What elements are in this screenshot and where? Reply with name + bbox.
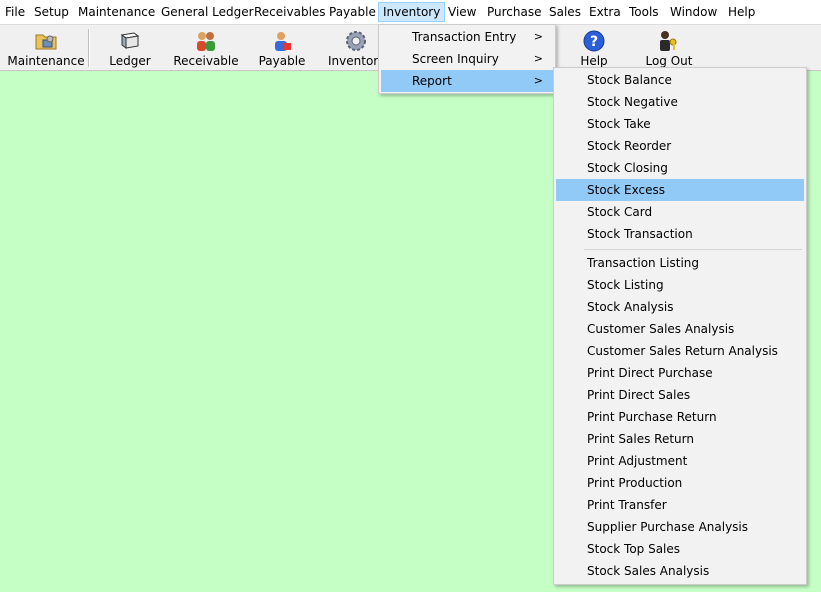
logout-person-key-icon [660,31,677,51]
toolbar-label-maintenance: Maintenance [7,54,85,68]
report-item-stock-negative[interactable]: Stock Negative [556,91,804,113]
menu-view[interactable]: View [444,3,480,21]
report-item-customer-sales-analysis[interactable]: Customer Sales Analysis [556,318,804,340]
menu-item-screen-inquiry[interactable]: Screen Inquiry > [381,48,553,70]
menu-general-ledger[interactable]: General Ledger [157,3,258,21]
svg-text:?: ? [590,34,598,50]
report-submenu: Stock Balance Stock Negative Stock Take … [553,67,807,585]
menu-tools[interactable]: Tools [625,3,663,21]
payable-button[interactable]: Payable [254,25,310,70]
report-item-print-transfer[interactable]: Print Transfer [556,494,804,516]
report-item-stock-sales-analysis[interactable]: Stock Sales Analysis [556,560,804,582]
menu-sales[interactable]: Sales [545,3,585,21]
toolbar-label-payable: Payable [258,54,306,68]
ledger-button[interactable]: Ledger [100,25,160,70]
report-item-stock-excess[interactable]: Stock Excess [556,179,804,201]
inventory-button[interactable]: Inventor [328,25,380,70]
folder-settings-icon [35,34,57,50]
receivable-button[interactable]: Receivable [172,25,240,70]
report-item-customer-sales-return-analysis[interactable]: Customer Sales Return Analysis [556,340,804,362]
report-item-stock-card[interactable]: Stock Card [556,201,804,223]
report-item-stock-reorder[interactable]: Stock Reorder [556,135,804,157]
toolbar-label-logout: Log Out [645,54,693,68]
gear-icon [346,31,366,51]
menu-bar: File Setup Maintenance General Ledger Re… [0,0,821,25]
toolbar-label-inventory: Inventor [328,54,379,68]
maintenance-button[interactable]: Maintenance [4,25,88,70]
menu-item-report[interactable]: Report > [381,70,553,92]
people-group-icon [197,32,215,51]
report-item-stock-take[interactable]: Stock Take [556,113,804,135]
report-item-print-direct-sales[interactable]: Print Direct Sales [556,384,804,406]
menu-separator [584,249,802,250]
toolbar-label-help: Help [580,54,608,68]
menu-receivables[interactable]: Receivables [250,3,330,21]
help-button[interactable]: ? Help [572,25,616,70]
toolbar-label-ledger: Ledger [109,54,151,68]
toolbar-separator [88,29,90,67]
menu-extra[interactable]: Extra [585,3,625,21]
chevron-right-icon: > [533,52,543,65]
menu-window[interactable]: Window [666,3,721,21]
report-item-transaction-listing[interactable]: Transaction Listing [556,252,804,274]
report-item-print-sales-return[interactable]: Print Sales Return [556,428,804,450]
ledger-book-icon [120,32,140,49]
menu-help[interactable]: Help [724,3,759,21]
report-item-supplier-purchase-analysis[interactable]: Supplier Purchase Analysis [556,516,804,538]
menu-maintenance[interactable]: Maintenance [74,3,159,21]
report-item-print-direct-purchase[interactable]: Print Direct Purchase [556,362,804,384]
report-item-stock-analysis[interactable]: Stock Analysis [556,296,804,318]
menu-inventory[interactable]: Inventory [378,2,446,22]
report-item-print-production[interactable]: Print Production [556,472,804,494]
menu-purchase[interactable]: Purchase [483,3,546,21]
chevron-right-icon: > [533,30,543,43]
help-icon: ? [583,30,605,52]
report-item-stock-listing[interactable]: Stock Listing [556,274,804,296]
menu-item-transaction-entry[interactable]: Transaction Entry > [381,26,553,48]
person-payable-icon [275,32,291,51]
report-item-print-adjustment[interactable]: Print Adjustment [556,450,804,472]
chevron-right-icon: > [533,74,543,87]
menu-setup[interactable]: Setup [30,3,73,21]
logout-button[interactable]: Log Out [642,25,696,70]
report-item-stock-transaction[interactable]: Stock Transaction [556,223,804,245]
menu-payable[interactable]: Payable [325,3,380,21]
menu-file[interactable]: File [1,3,29,21]
report-item-print-purchase-return[interactable]: Print Purchase Return [556,406,804,428]
report-item-stock-top-sales[interactable]: Stock Top Sales [556,538,804,560]
report-item-stock-balance[interactable]: Stock Balance [556,69,804,91]
inventory-dropdown-menu: Transaction Entry > Screen Inquiry > Rep… [378,24,556,94]
toolbar-label-receivable: Receivable [173,54,239,68]
report-item-stock-closing[interactable]: Stock Closing [556,157,804,179]
